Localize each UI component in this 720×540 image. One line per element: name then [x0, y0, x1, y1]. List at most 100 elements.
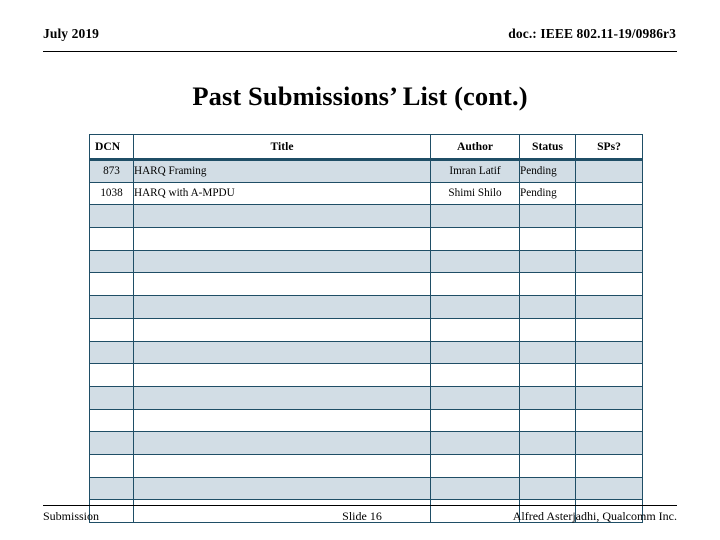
- cell-dcn: [89, 227, 134, 251]
- table-row: [89, 317, 643, 342]
- cell-author: [430, 363, 520, 387]
- cell-title: [133, 295, 431, 319]
- cell-sps: [575, 363, 643, 387]
- cell-title: [133, 408, 431, 433]
- cell-author: [430, 408, 520, 433]
- cell-dcn: [89, 453, 134, 478]
- cell-dcn: [89, 295, 134, 319]
- cell-sps: [575, 159, 643, 183]
- cell-title: [133, 317, 431, 342]
- column-header-sps: SPs?: [575, 134, 643, 161]
- cell-sps: [575, 385, 643, 410]
- cell-author: [430, 431, 520, 455]
- cell-author: Imran Latif: [430, 159, 520, 183]
- cell-title: [133, 453, 431, 478]
- cell-author: [430, 272, 520, 297]
- table-row: [89, 408, 643, 433]
- cell-author: [430, 476, 520, 501]
- table-row: [89, 431, 643, 455]
- cell-title: HARQ with A-MPDU: [133, 181, 431, 206]
- slide-footer: Submission Slide 16 Alfred Asterjadhi, Q…: [43, 505, 677, 524]
- cell-author: [430, 317, 520, 342]
- cell-sps: [575, 295, 643, 319]
- cell-title: [133, 431, 431, 455]
- footer-slide-number: Slide 16: [342, 509, 382, 523]
- table-row: [89, 363, 643, 387]
- cell-status: [519, 340, 576, 365]
- cell-status: [519, 431, 576, 455]
- cell-dcn: [89, 431, 134, 455]
- header-date: July 2019: [43, 26, 100, 41]
- cell-status: [519, 249, 576, 274]
- cell-sps: [575, 227, 643, 251]
- table-row: [89, 453, 643, 478]
- table-row: 1038 HARQ with A-MPDU Shimi Shilo Pending: [89, 181, 643, 206]
- cell-dcn: [89, 408, 134, 433]
- footer-submission-label: Submission: [43, 509, 100, 523]
- cell-author: [430, 340, 520, 365]
- cell-status: [519, 227, 576, 251]
- cell-status: [519, 317, 576, 342]
- cell-dcn: [89, 385, 134, 410]
- cell-status: [519, 385, 576, 410]
- cell-dcn: [89, 363, 134, 387]
- cell-sps: [575, 340, 643, 365]
- cell-dcn: [89, 317, 134, 342]
- table-row: [89, 476, 643, 501]
- cell-dcn: 873: [89, 159, 134, 183]
- column-header-status: Status: [519, 134, 576, 161]
- past-submissions-table: DCN Title Author Status SPs? 873 HARQ Fra…: [89, 134, 643, 523]
- cell-author: [430, 385, 520, 410]
- cell-title: [133, 385, 431, 410]
- cell-dcn: [89, 340, 134, 365]
- cell-author: [430, 227, 520, 251]
- cell-sps: [575, 204, 643, 229]
- cell-title: [133, 204, 431, 229]
- slide-header: July 2019 doc.: IEEE 802.11-19/0986r3: [43, 26, 677, 52]
- cell-title: [133, 363, 431, 387]
- cell-title: HARQ Framing: [133, 159, 431, 183]
- cell-title: [133, 249, 431, 274]
- cell-status: [519, 476, 576, 501]
- cell-status: Pending: [519, 181, 576, 206]
- cell-title: [133, 476, 431, 501]
- cell-sps: [575, 317, 643, 342]
- cell-dcn: [89, 476, 134, 501]
- column-header-title: Title: [133, 134, 431, 161]
- table-row: [89, 204, 643, 229]
- cell-status: [519, 408, 576, 433]
- table-header-row: DCN Title Author Status SPs?: [89, 134, 643, 161]
- table-row: [89, 340, 643, 365]
- table-body: 873 HARQ Framing Imran Latif Pending 1038 HAR…: [89, 159, 643, 523]
- footer-author-affiliation: Alfred Asterjadhi, Qualcomm Inc.: [512, 509, 677, 523]
- cell-title: [133, 340, 431, 365]
- cell-status: [519, 204, 576, 229]
- cell-sps: [575, 249, 643, 274]
- page-title: Past Submissions’ List (cont.): [192, 81, 528, 111]
- header-document-number: doc.: IEEE 802.11-19/0986r3: [508, 26, 676, 41]
- cell-sps: [575, 431, 643, 455]
- column-header-author: Author: [430, 134, 520, 161]
- cell-title: [133, 227, 431, 251]
- cell-status: [519, 295, 576, 319]
- table-row: [89, 249, 643, 274]
- cell-dcn: [89, 204, 134, 229]
- cell-author: [430, 249, 520, 274]
- table-row: [89, 272, 643, 297]
- table-row: [89, 227, 643, 251]
- cell-sps: [575, 181, 643, 206]
- table-row: [89, 295, 643, 319]
- cell-title: [133, 272, 431, 297]
- cell-sps: [575, 476, 643, 501]
- cell-dcn: [89, 249, 134, 274]
- cell-author: [430, 204, 520, 229]
- cell-sps: [575, 408, 643, 433]
- cell-dcn: 1038: [89, 181, 134, 206]
- cell-status: [519, 272, 576, 297]
- table-row: [89, 385, 643, 410]
- cell-status: [519, 453, 576, 478]
- cell-author: [430, 453, 520, 478]
- column-header-dcn: DCN: [89, 134, 134, 161]
- cell-author: Shimi Shilo: [430, 181, 520, 206]
- cell-author: [430, 295, 520, 319]
